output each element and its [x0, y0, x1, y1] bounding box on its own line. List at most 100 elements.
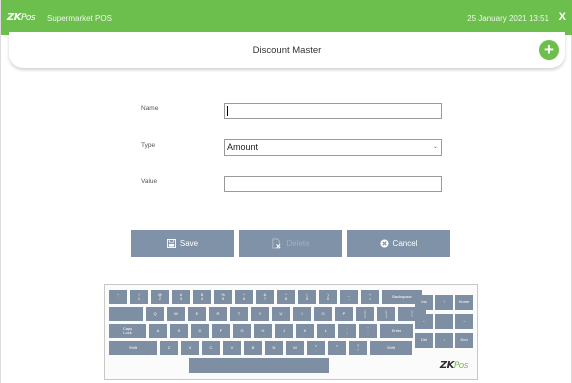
keyboard-key-label: G	[240, 327, 244, 333]
keyboard-key[interactable]: #3	[172, 290, 190, 304]
keyboard-key-label: [	[364, 313, 366, 318]
keyboard-key-label: Lock	[123, 330, 132, 335]
delete-label: Delete	[286, 239, 310, 248]
keyboard-key[interactable]: K	[296, 324, 314, 338]
keyboard-key[interactable]: * 8	[277, 290, 295, 304]
keyboard-key[interactable]: Z	[160, 341, 178, 355]
keyboard-key-label: E	[195, 310, 199, 316]
keyboard-key-label: ←	[422, 318, 426, 324]
keyboard-key[interactable]: End	[455, 333, 473, 348]
keyboard-key[interactable]	[109, 307, 143, 321]
close-button[interactable]: X	[559, 11, 566, 23]
save-button[interactable]: Save	[131, 230, 234, 257]
value-field[interactable]	[224, 176, 442, 192]
keyboard-key[interactable]: % 5	[214, 290, 232, 304]
keyboard-key-label: Y	[258, 310, 262, 316]
keyboard-key[interactable]: Home	[455, 295, 473, 310]
keyboard-key[interactable]: A	[149, 324, 167, 338]
keyboard-key[interactable]: ^ 6	[235, 290, 253, 304]
keyboard-key[interactable]: ! 1	[130, 290, 148, 304]
keyboard-key-label: 8	[284, 296, 288, 301]
keyboard-key[interactable]: _ -	[340, 290, 358, 304]
keyboard-key[interactable]: X	[181, 341, 199, 355]
keyboard-key[interactable]: ? /	[349, 341, 367, 355]
keyboard-key-label: \	[411, 313, 413, 318]
name-label: Name	[141, 105, 159, 112]
keyboard-key[interactable]: :;	[338, 324, 356, 338]
keyboard-key[interactable]: >.	[328, 341, 346, 355]
keyboard-key[interactable]: Q	[146, 307, 164, 321]
keyboard-key[interactable]: V	[223, 341, 241, 355]
keyboard-key[interactable]: H	[254, 324, 272, 338]
keyboard-key[interactable]: F	[212, 324, 230, 338]
keyboard-key[interactable]: {[	[356, 307, 374, 321]
keyboard-key[interactable]: ) 0	[319, 290, 337, 304]
keyboard-key[interactable]: W	[167, 307, 185, 321]
keyboard-key[interactable]: Enter	[380, 324, 413, 338]
keyboard-key[interactable]: R	[209, 307, 227, 321]
keyboard-key[interactable]: S	[170, 324, 188, 338]
page-header: Discount Master +	[9, 32, 565, 68]
save-label: Save	[179, 239, 199, 248]
keyboard-key[interactable]: Y	[251, 307, 269, 321]
keyboard-key[interactable]	[189, 358, 329, 373]
keyboard-key[interactable]: ↑	[435, 295, 453, 310]
add-discount-button[interactable]: +	[539, 40, 559, 60]
type-label: Type	[141, 142, 156, 149]
keyboard-key[interactable]: Ins	[415, 295, 433, 310]
keyboard-key[interactable]: Caps Lock	[109, 324, 146, 338]
keyboard-key-label: ]	[385, 313, 387, 318]
keyboard-key-label: →	[462, 318, 466, 324]
keyboard-key-label: 4	[200, 296, 204, 301]
page-title: Discount Master	[252, 45, 322, 56]
keyboard-key[interactable]: & 7	[256, 290, 274, 304]
keyboard-key[interactable]: ~ `	[109, 290, 127, 304]
keyboard-key[interactable]: (9	[298, 290, 316, 304]
keyboard-key[interactable]: @2	[151, 290, 169, 304]
keyboard-key-label: =	[368, 296, 372, 301]
keyboard-key[interactable]: I	[293, 307, 311, 321]
keyboard-key[interactable]	[435, 314, 453, 329]
keyboard-key-label: O	[321, 310, 325, 316]
name-field[interactable]	[224, 103, 442, 119]
keyboard-key-label: Del	[420, 337, 427, 343]
keyboard-key[interactable]: <,	[307, 341, 325, 355]
type-select[interactable]: Amount ⌄	[224, 139, 442, 156]
keyboard-key-label: Home	[458, 299, 470, 305]
keyboard-key-label: D	[198, 327, 202, 333]
keyboard-key[interactable]: P	[335, 307, 353, 321]
keyboard-key-label: 1	[137, 296, 141, 301]
keyboard-key[interactable]: $4	[193, 290, 211, 304]
keyboard-key[interactable]: O	[314, 307, 332, 321]
keyboard-key[interactable]: J	[275, 324, 293, 338]
keyboard-key[interactable]: N	[265, 341, 283, 355]
cancel-button[interactable]: Cancel	[347, 230, 450, 257]
keyboard-key[interactable]: }]	[377, 307, 395, 321]
delete-icon	[272, 238, 281, 249]
keyboard-key[interactable]: T	[230, 307, 248, 321]
cancel-icon	[379, 239, 389, 248]
keyboard-key[interactable]: G	[233, 324, 251, 338]
keyboard-key[interactable]: M	[286, 341, 304, 355]
keyboard-key[interactable]: C	[202, 341, 220, 355]
logo-pos-text: Pos	[21, 13, 36, 23]
keyboard-key[interactable]: L	[317, 324, 335, 338]
value-label: Value	[141, 178, 158, 185]
keyboard-key[interactable]: Shift	[370, 341, 412, 355]
keyboard-key[interactable]: ↓	[435, 333, 453, 348]
keyboard-key[interactable]: Shift	[109, 341, 157, 355]
keyboard-key[interactable]: B	[244, 341, 262, 355]
keyboard-key-label: Z	[167, 344, 171, 350]
keyboard-key[interactable]: E	[188, 307, 206, 321]
keyboard-key-label: V	[230, 344, 234, 350]
pos-window: ZKPos Supermarket POS 25 January 2021 13…	[0, 0, 572, 383]
on-screen-keyboard: ZKPos ~ `! 1 @2 #3 $4% 5 ^ 6 & 7 * 8(9) 0 _ - + = Backspac…	[104, 284, 478, 380]
keyboard-key[interactable]: U	[272, 307, 290, 321]
keyboard-key-label: -	[348, 296, 350, 301]
keyboard-key[interactable]: " '	[359, 324, 377, 338]
keyboard-key[interactable]: + =	[361, 290, 379, 304]
keyboard-key[interactable]: Del	[415, 333, 433, 348]
keyboard-key[interactable]: ←	[415, 314, 433, 329]
keyboard-key[interactable]: →	[455, 314, 473, 329]
keyboard-key[interactable]: D	[191, 324, 209, 338]
